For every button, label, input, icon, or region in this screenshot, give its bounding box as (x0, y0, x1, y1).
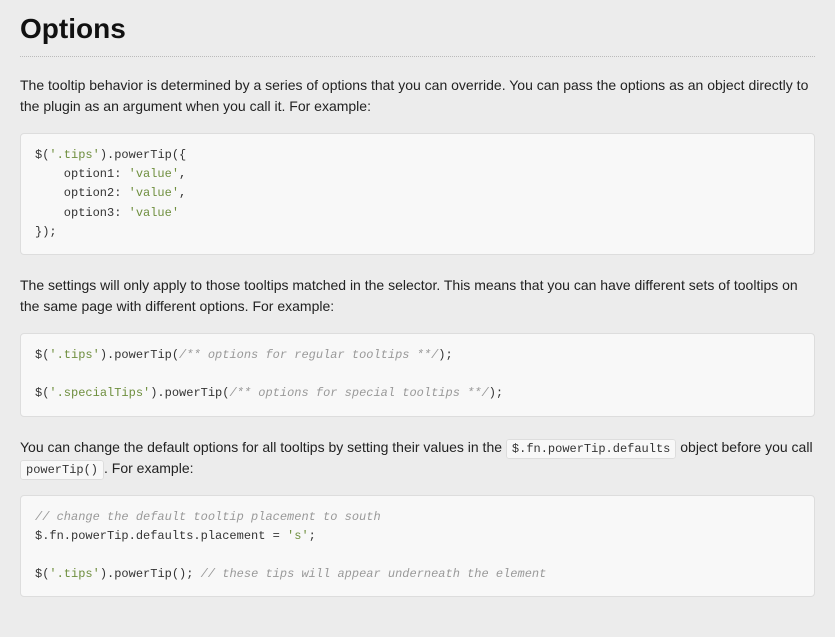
code-text: $( (35, 348, 49, 362)
code-text: : (114, 167, 128, 181)
para-text: . For example: (104, 460, 193, 476)
code-string: 's' (287, 529, 309, 543)
code-comment: // change the default tooltip placement … (35, 510, 381, 524)
code-block-3: // change the default tooltip placement … (20, 495, 815, 598)
code-text: ); (438, 348, 452, 362)
code-text: $( (35, 567, 49, 581)
code-text: : (114, 206, 128, 220)
code-comment: /** options for regular tooltips **/ (179, 348, 438, 362)
code-text: $( (35, 386, 49, 400)
code-string: '.tips' (49, 567, 99, 581)
inline-code-powertip: powerTip() (20, 460, 104, 480)
paragraph-intro: The tooltip behavior is determined by a … (20, 75, 815, 117)
code-text: , (179, 186, 186, 200)
code-string: 'value' (129, 167, 179, 181)
code-text: : (114, 186, 128, 200)
code-text: ).powerTip( (100, 348, 179, 362)
code-text: ); (489, 386, 503, 400)
code-text: $( (35, 148, 49, 162)
para-text: object before you call (676, 439, 812, 455)
code-string: '.tips' (49, 348, 99, 362)
code-string: '.tips' (49, 148, 99, 162)
paragraph-second: The settings will only apply to those to… (20, 275, 815, 317)
code-text: ).powerTip( (150, 386, 229, 400)
para-text: You can change the default options for a… (20, 439, 506, 455)
code-text: ; (309, 529, 316, 543)
code-text: option3 (35, 206, 114, 220)
code-text: }); (35, 225, 57, 239)
code-text: ).powerTip({ (100, 148, 186, 162)
doc-page: Options The tooltip behavior is determin… (0, 8, 835, 637)
code-text: option1 (35, 167, 114, 181)
code-block-2: $('.tips').powerTip(/** options for regu… (20, 333, 815, 417)
section-heading: Options (20, 8, 815, 50)
code-string: 'value' (129, 206, 179, 220)
code-text: $.fn.powerTip.defaults.placement = (35, 529, 287, 543)
code-block-1: $('.tips').powerTip({ option1: 'value', … (20, 133, 815, 255)
heading-divider (20, 56, 815, 57)
inline-code-defaults: $.fn.powerTip.defaults (506, 439, 676, 459)
code-comment: /** options for special tooltips **/ (229, 386, 488, 400)
code-string: '.specialTips' (49, 386, 150, 400)
code-string: 'value' (129, 186, 179, 200)
code-text: option2 (35, 186, 114, 200)
code-comment: // these tips will appear underneath the… (201, 567, 547, 581)
paragraph-third: You can change the default options for a… (20, 437, 815, 479)
code-text: , (179, 167, 186, 181)
code-text: ).powerTip(); (100, 567, 201, 581)
